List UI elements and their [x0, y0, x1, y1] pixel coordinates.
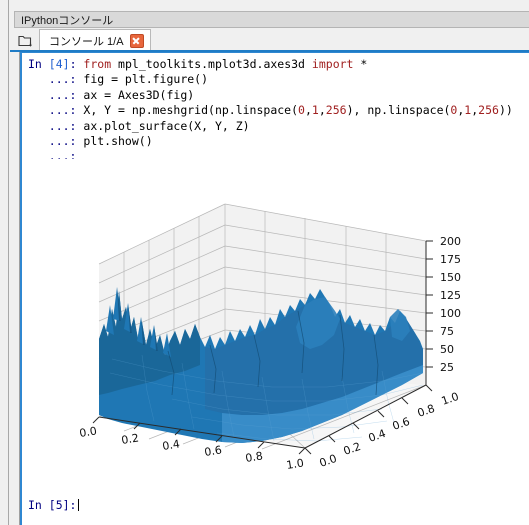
folder-icon-svg: [18, 35, 33, 47]
z-tick-label-50: 50: [440, 343, 454, 356]
ipython-console-window: IPythonコンソール コンソール 1/A In [4]: from mpl_…: [0, 0, 529, 525]
z-tick-label-25: 25: [440, 361, 454, 374]
x-tick-label-3: 0.6: [203, 443, 222, 459]
code-line-2: fig = plt.figure(): [83, 72, 209, 87]
x-tick-label-5: 1.0: [285, 456, 304, 472]
prompt-number-4: [4]: [48, 57, 70, 71]
code-line-4a: X, Y = np.meshgrid(np.linspace(: [83, 103, 299, 118]
z-tick-label-150: 150: [440, 271, 461, 284]
continuation-prompt-1: ...:: [28, 72, 84, 87]
z-tick-label-75: 75: [440, 325, 454, 338]
window-left-rail: [0, 0, 9, 525]
x-tick-label-4: 0.8: [244, 449, 263, 465]
matplotlib-figure: 0.0 0.2 0.4 0.6 0.8 1.0 0.0 0.2 0.4 0.6 …: [22, 159, 529, 484]
code-line-6: plt.show(): [83, 134, 153, 149]
continuation-prompt-5: ...:: [28, 134, 84, 149]
tab-label: コンソール 1/A: [49, 36, 124, 48]
continuation-prompt-3: ...:: [28, 103, 84, 118]
code-block: In [4]: from mpl_toolkits.mplot3d.axes3d…: [28, 57, 513, 164]
z-tick-label-200: 200: [440, 235, 461, 248]
next-input-prompt[interactable]: In [5]:: [28, 498, 80, 513]
panel-titlebar: IPythonコンソール: [14, 11, 529, 28]
code-line-3: ax = Axes3D(fig): [83, 87, 195, 102]
keyword-from: from: [83, 57, 112, 71]
z-tick-label-100: 100: [440, 307, 461, 320]
next-prompt-label: In [5]:: [28, 498, 77, 512]
x-tick-label-1: 0.2: [120, 431, 139, 447]
close-icon[interactable]: [129, 34, 144, 48]
keyword-import: import: [311, 57, 354, 71]
text-cursor: [78, 499, 80, 511]
surface-plot-svg: 0.0 0.2 0.4 0.6 0.8 1.0 0.0 0.2 0.4 0.6 …: [22, 159, 529, 484]
code-line-5: ax.plot_surface(X, Y, Z): [83, 118, 250, 133]
x-tick-label-2: 0.4: [161, 437, 180, 453]
console-output-area[interactable]: In [4]: from mpl_toolkits.mplot3d.axes3d…: [20, 52, 529, 525]
continuation-prompt-2: ...:: [28, 87, 84, 102]
x-tick-label-0: 0.0: [78, 424, 97, 440]
panel-title-label: IPythonコンソール: [21, 14, 114, 27]
continuation-prompt-4: ...:: [28, 118, 84, 133]
console-left-rail: [10, 52, 20, 525]
new-console-folder-icon[interactable]: [16, 31, 36, 49]
z-tick-label-175: 175: [440, 253, 461, 266]
tab-console-1a[interactable]: コンソール 1/A: [39, 29, 151, 52]
prompt-in-4: In: [28, 57, 49, 71]
tab-strip: コンソール 1/A: [10, 28, 529, 52]
z-tick-label-125: 125: [440, 289, 461, 302]
